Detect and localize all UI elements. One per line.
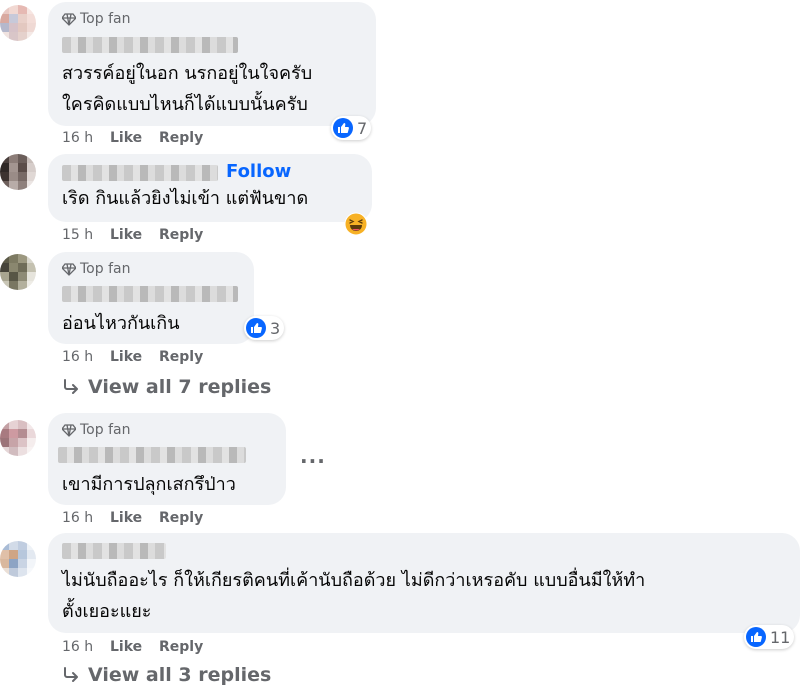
comment-text-line: ใครคิดแบบไหนก็ได้แบบนั้นครับ [62, 94, 308, 115]
timestamp[interactable]: 16 h [62, 510, 110, 526]
like-reaction-icon [246, 318, 266, 338]
top-fan-badge: Top fan [62, 11, 130, 27]
like-button[interactable]: Like [110, 227, 159, 243]
like-button[interactable]: Like [110, 130, 159, 146]
diamond-icon [62, 263, 76, 276]
comment-text-line: อ่อนไหวกันเกิน [62, 313, 180, 334]
top-fan-badge: Top fan [62, 422, 130, 438]
diamond-icon [62, 13, 76, 26]
reply-button[interactable]: Reply [159, 349, 203, 365]
avatar[interactable] [0, 154, 36, 190]
commenter-name[interactable] [58, 447, 246, 463]
comment-actions: 16 h Like Reply [62, 639, 203, 655]
reply-button[interactable]: Reply [159, 130, 203, 146]
view-replies-link[interactable]: View all 3 replies [62, 664, 271, 686]
reply-arrow-icon [64, 379, 78, 394]
more-options-button[interactable]: ... [300, 444, 326, 468]
comment-actions: 16 h Like Reply [62, 130, 203, 146]
reply-button[interactable]: Reply [159, 639, 203, 655]
view-replies-link[interactable]: View all 7 replies [62, 376, 271, 398]
comment-text-line: สวรรค์อยู่ในอก นรกอยู่ในใจครับ [62, 63, 313, 84]
like-button[interactable]: Like [110, 639, 159, 655]
reaction-count[interactable]: 3 [244, 316, 285, 340]
reply-button[interactable]: Reply [159, 227, 203, 243]
badge-label: Top fan [80, 422, 131, 438]
comment-actions: 16 h Like Reply [62, 510, 203, 526]
reaction-count[interactable]: 7 [331, 116, 372, 140]
timestamp[interactable]: 15 h [62, 227, 110, 243]
comment-actions: 16 h Like Reply [62, 349, 203, 365]
commenter-name[interactable] [62, 286, 238, 302]
comment-text-line: เริด กินแล้วยิงไม่เข้า แต่ฟันขาด [62, 188, 309, 209]
comment-text-line: ไม่นับถืออะไร ก็ให้เกียรติคนที่เค้านับถื… [62, 570, 646, 591]
like-reaction-icon [746, 627, 766, 647]
commenter-name[interactable] [62, 37, 238, 53]
diamond-icon [62, 424, 76, 437]
haha-emoji-icon[interactable] [344, 212, 368, 236]
commenter-name[interactable] [62, 165, 218, 181]
comment-actions: 15 h Like Reply [62, 227, 203, 243]
like-button[interactable]: Like [110, 510, 159, 526]
badge-label: Top fan [80, 11, 131, 27]
timestamp[interactable]: 16 h [62, 639, 110, 655]
comment-text-line: เขามีการปลุกเสกรึป่าว [62, 474, 236, 495]
badge-label: Top fan [80, 261, 131, 277]
like-reaction-icon [333, 118, 353, 138]
timestamp[interactable]: 16 h [62, 349, 110, 365]
avatar[interactable] [0, 254, 36, 290]
avatar[interactable] [0, 5, 36, 41]
avatar[interactable] [0, 541, 36, 577]
avatar[interactable] [0, 420, 36, 456]
follow-button[interactable]: Follow [226, 161, 291, 182]
reaction-count[interactable]: 11 [744, 625, 795, 649]
top-fan-badge: Top fan [62, 261, 130, 277]
reply-arrow-icon [64, 667, 78, 682]
commenter-name[interactable] [62, 543, 166, 559]
reply-button[interactable]: Reply [159, 510, 203, 526]
comment-text-line: ตั้งเยอะแยะ [62, 601, 152, 622]
like-button[interactable]: Like [110, 349, 159, 365]
timestamp[interactable]: 16 h [62, 130, 110, 146]
